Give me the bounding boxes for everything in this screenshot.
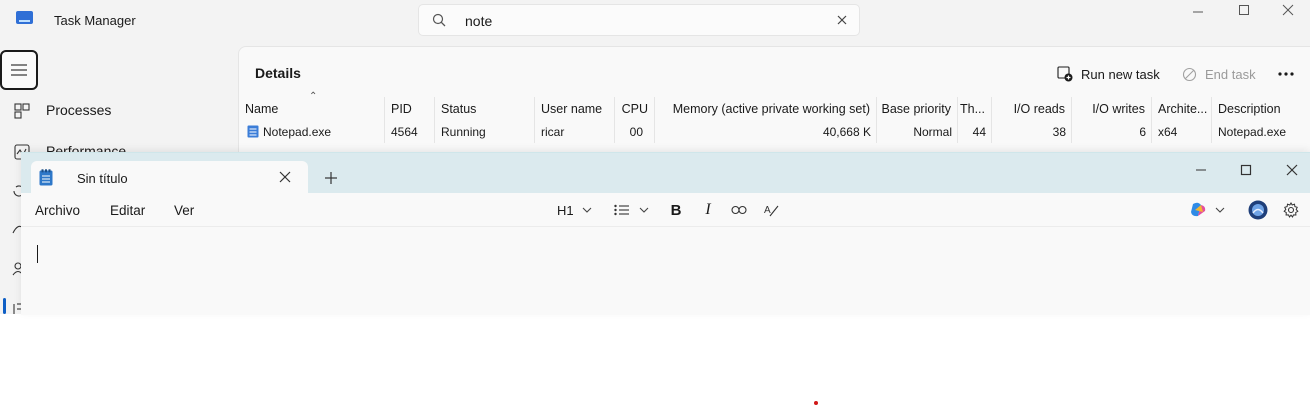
avatar — [1248, 200, 1268, 220]
bold-icon: B — [670, 201, 682, 219]
cell-cpu: 00 — [629, 125, 643, 139]
text-editor[interactable] — [21, 227, 1310, 315]
close-button[interactable] — [1265, 0, 1310, 20]
run-new-task-button[interactable]: Run new task — [1057, 63, 1160, 85]
maximize-icon — [1239, 5, 1249, 15]
account-avatar[interactable] — [1247, 199, 1269, 221]
task-manager-app-icon — [16, 11, 33, 24]
italic-icon: I — [705, 201, 711, 218]
run-new-task-label: Run new task — [1081, 66, 1160, 82]
processes-icon — [14, 103, 30, 119]
search-icon — [432, 13, 446, 27]
italic-button[interactable]: I — [699, 199, 717, 221]
close-icon[interactable] — [835, 13, 849, 27]
red-dot-marker — [814, 401, 818, 405]
bold-button[interactable]: B — [667, 199, 685, 221]
cell-name: Notepad.exe — [263, 125, 332, 139]
tab-untitled[interactable]: Sin título — [31, 161, 308, 193]
cell-status: Running — [441, 125, 486, 139]
list-icon — [614, 204, 629, 216]
cell-threads: 44 — [972, 125, 986, 139]
end-task-icon — [1182, 67, 1197, 81]
minimize-icon — [1193, 11, 1203, 13]
end-task-label: End task — [1205, 66, 1256, 82]
hamburger-icon — [11, 64, 27, 76]
maximize-button[interactable] — [1221, 0, 1267, 20]
gear-icon — [1283, 202, 1299, 218]
settings-button[interactable] — [1282, 199, 1300, 221]
cell-pid: 4564 — [391, 125, 418, 139]
navigation-menu-button[interactable] — [0, 50, 38, 90]
text-caret — [37, 245, 38, 263]
menu-ver[interactable]: Ver — [174, 203, 194, 218]
nav-item-processes[interactable]: Processes — [0, 93, 236, 129]
nav-label: Processes — [46, 102, 112, 118]
notepad-tab-bar: Sin título — [21, 153, 1310, 193]
copilot-dropdown[interactable] — [1189, 199, 1225, 221]
chevron-down-icon — [1215, 207, 1225, 213]
link-button[interactable] — [730, 199, 748, 221]
active-nav-indicator — [3, 298, 6, 314]
search-box[interactable]: note — [418, 4, 860, 36]
maximize-icon — [1240, 164, 1252, 176]
clear-formatting-icon: A — [764, 205, 779, 217]
cell-description: Notepad.exe — [1218, 125, 1287, 139]
cell-io-writes: 6 — [1139, 125, 1146, 139]
more-icon — [1278, 72, 1294, 76]
clear-formatting-button[interactable]: A — [763, 199, 781, 221]
notepad-icon — [39, 169, 53, 186]
minimize-button[interactable] — [1175, 0, 1221, 20]
cell-user-name: ricar — [541, 125, 565, 139]
chevron-down-icon — [639, 207, 649, 213]
notepad-menu-bar: Archivo Editar Ver H1 B I A — [21, 193, 1310, 227]
chevron-down-icon — [582, 207, 592, 213]
heading-dropdown[interactable]: H1 — [557, 199, 592, 221]
menu-editar[interactable]: Editar — [110, 203, 145, 218]
list-dropdown[interactable] — [614, 199, 649, 221]
svg-text:A: A — [764, 205, 771, 216]
close-tab-icon[interactable] — [278, 170, 292, 184]
cell-io-reads: 38 — [1052, 125, 1066, 139]
notepad-maximize-button[interactable] — [1235, 159, 1257, 181]
cell-architecture: x64 — [1158, 125, 1178, 139]
add-tab-icon[interactable] — [323, 170, 339, 186]
close-icon — [1282, 4, 1294, 16]
end-task-button[interactable]: End task — [1182, 63, 1256, 85]
notepad-close-button[interactable] — [1281, 159, 1303, 181]
window-title: Task Manager — [54, 13, 136, 28]
link-icon — [731, 205, 747, 215]
heading-label: H1 — [557, 202, 574, 218]
cell-base-priority: Normal — [913, 125, 952, 139]
menu-archivo[interactable]: Archivo — [35, 203, 80, 218]
run-task-icon — [1057, 66, 1073, 82]
page-title: Details — [255, 65, 301, 81]
more-options-button[interactable] — [1277, 63, 1295, 85]
minimize-icon — [1196, 169, 1206, 171]
copilot-icon — [1191, 202, 1206, 217]
close-icon — [1286, 164, 1298, 176]
cell-memory: 40,668 K — [822, 125, 871, 139]
notepad-minimize-button[interactable] — [1190, 159, 1212, 181]
tab-title: Sin título — [77, 171, 128, 186]
notepad-window: Sin título Archivo Editar Ver H1 B I A — [21, 152, 1310, 315]
search-input[interactable]: note — [465, 13, 492, 29]
